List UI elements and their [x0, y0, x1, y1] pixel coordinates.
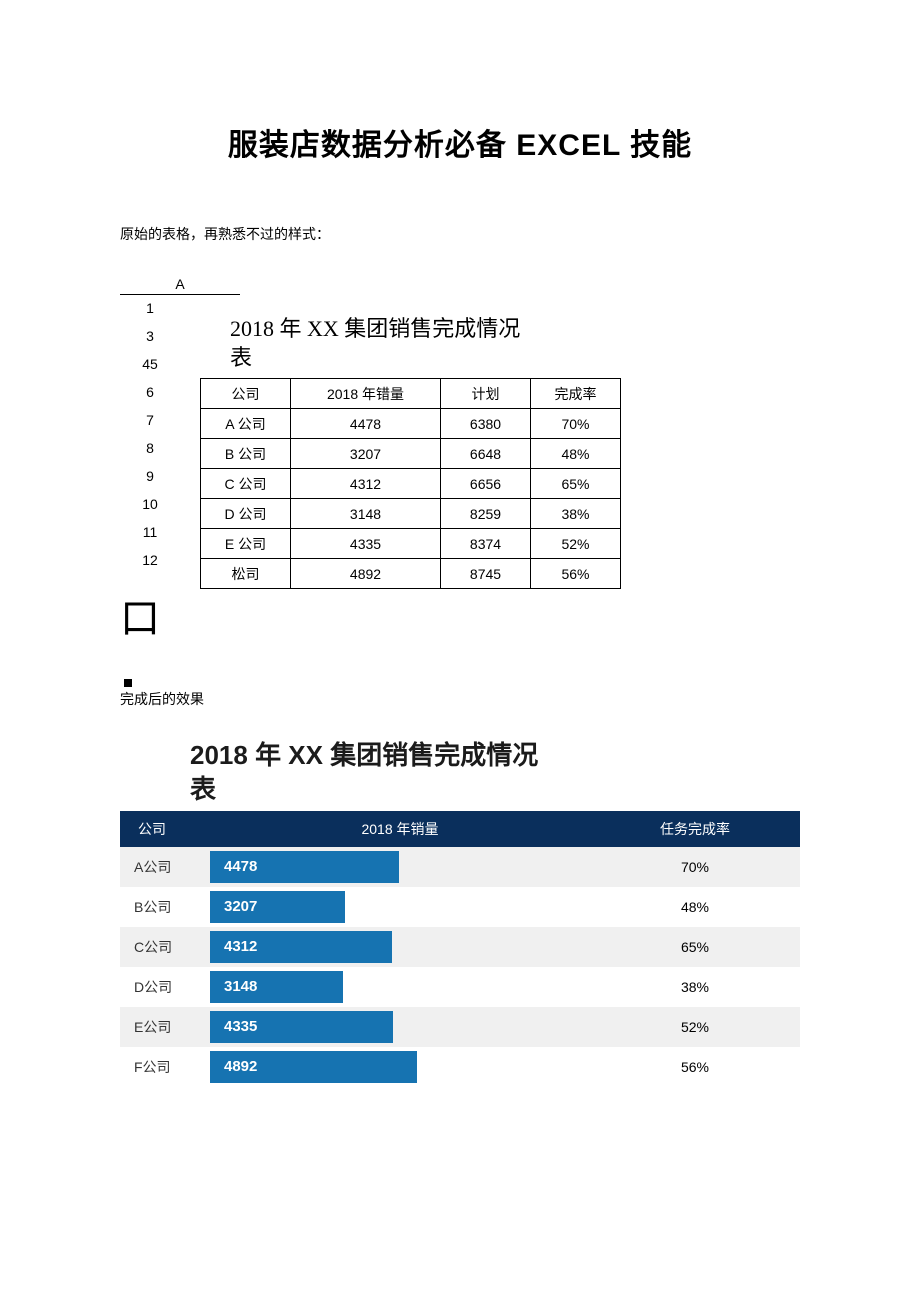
cell-company: C 公司	[201, 469, 291, 499]
chart-title-line: 表	[190, 774, 216, 804]
cell-plan: 8259	[441, 499, 531, 529]
chart-col-rate: 任务完成率	[590, 811, 800, 847]
chart-col-sales: 2018 年销量	[210, 811, 590, 847]
row-num: 1	[120, 294, 180, 322]
cell-plan: 6380	[441, 409, 531, 439]
chart-row: D公司3148 38%	[120, 967, 800, 1007]
document-title: 服装店数据分析必备 EXCEL 技能	[120, 120, 800, 164]
chart-rate: 65%	[590, 927, 800, 967]
cell-plan: 8374	[441, 529, 531, 559]
cell-sales: 4335	[291, 529, 441, 559]
table-row: B 公司3207664848%	[201, 439, 621, 469]
row-num: 10	[120, 490, 180, 518]
chart-company: D公司	[120, 967, 210, 1007]
table-row: E 公司4335837452%	[201, 529, 621, 559]
table-row: C 公司4312665665%	[201, 469, 621, 499]
chart-title-line: 2018 年 XX 集团销售完成情况	[190, 740, 538, 770]
chart-bar-cell: 4335	[210, 1007, 590, 1047]
chart-bar-cell: 3148	[210, 967, 590, 1007]
chart-rate: 38%	[590, 967, 800, 1007]
cell-rate: 65%	[531, 469, 621, 499]
chart-row: E公司4335 52%	[120, 1007, 800, 1047]
col-header-plan: 计划	[441, 379, 531, 409]
chart-row: C公司4312 65%	[120, 927, 800, 967]
chart-rate: 56%	[590, 1047, 800, 1087]
result-chart-table: 公司 2018 年销量 任务完成率 A公司447870%B公司320748%C公…	[120, 811, 800, 1087]
chart-row: B公司3207 48%	[120, 887, 800, 927]
row-num: 3	[120, 322, 180, 350]
col-header-rate: 完成率	[531, 379, 621, 409]
cell-company: E 公司	[201, 529, 291, 559]
chart-bar-cell: 3207	[210, 887, 590, 927]
cell-sales: 4478	[291, 409, 441, 439]
row-num: 6	[120, 378, 180, 406]
row-num: 9	[120, 462, 180, 490]
row-numbers: 1 3 45 6 7 8 9 10 11 12	[120, 294, 180, 574]
cell-rate: 38%	[531, 499, 621, 529]
cell-plan: 6648	[441, 439, 531, 469]
sheet-title-line: 表	[230, 345, 252, 370]
row-num: 8	[120, 434, 180, 462]
chart-bar-cell: 4478	[210, 847, 590, 887]
chart-row: A公司4478 70%	[120, 847, 800, 887]
chart-rate: 70%	[590, 847, 800, 887]
cell-plan: 6656	[441, 469, 531, 499]
chart-col-company: 公司	[120, 811, 210, 847]
table-row: D 公司3148825938%	[201, 499, 621, 529]
cell-rate: 70%	[531, 409, 621, 439]
chart-company: A公司	[120, 847, 210, 887]
row-num: 45	[120, 350, 180, 378]
bullet-icon	[124, 679, 132, 687]
row-num: 7	[120, 406, 180, 434]
cell-sales: 3148	[291, 499, 441, 529]
cell-rate: 56%	[531, 559, 621, 589]
cell-company: B 公司	[201, 439, 291, 469]
table-row: 松司4892874556%	[201, 559, 621, 589]
chart-row: F公司4892 56%	[120, 1047, 800, 1087]
intro-text: 原始的表格，再熟悉不过的样式：	[120, 224, 800, 244]
row-num: 11	[120, 518, 180, 546]
sheet-title: 2018 年 XX 集团销售完成情况 表	[230, 315, 800, 372]
cell-rate: 52%	[531, 529, 621, 559]
cell-sales: 3207	[291, 439, 441, 469]
chart-bar: 4892	[210, 1051, 417, 1083]
chart-bar: 4478	[210, 851, 399, 883]
chart-bar: 3207	[210, 891, 345, 923]
chart-bar: 3148	[210, 971, 343, 1003]
chart-rate: 48%	[590, 887, 800, 927]
chart-company: F公司	[120, 1047, 210, 1087]
cell-company: A 公司	[201, 409, 291, 439]
original-data-table: 公司 2018 年错量 计划 完成率 A 公司4478638070%B 公司32…	[200, 378, 621, 589]
cell-rate: 48%	[531, 439, 621, 469]
table-row: A 公司4478638070%	[201, 409, 621, 439]
sheet-title-line: 2018 年 XX 集团销售完成情况	[230, 316, 520, 341]
col-header-company: 公司	[201, 379, 291, 409]
cell-company: D 公司	[201, 499, 291, 529]
col-header-sales: 2018 年错量	[291, 379, 441, 409]
chart-rate: 52%	[590, 1007, 800, 1047]
after-text: 完成后的效果	[120, 689, 800, 709]
row-num: 12	[120, 546, 180, 574]
cell-sales: 4892	[291, 559, 441, 589]
square-icon: 口	[120, 599, 800, 639]
chart-company: E公司	[120, 1007, 210, 1047]
cell-company: 松司	[201, 559, 291, 589]
chart-bar-cell: 4312	[210, 927, 590, 967]
chart-company: C公司	[120, 927, 210, 967]
cell-sales: 4312	[291, 469, 441, 499]
chart-title: 2018 年 XX 集团销售完成情况 表	[190, 739, 800, 807]
chart-bar: 4335	[210, 1011, 393, 1043]
original-sheet: A 1 3 45 6 7 8 9 10 11 12 2018 年 XX 集团销售…	[120, 274, 800, 639]
cell-plan: 8745	[441, 559, 531, 589]
column-letter: A	[120, 274, 240, 295]
chart-company: B公司	[120, 887, 210, 927]
chart-bar: 4312	[210, 931, 392, 963]
chart-bar-cell: 4892	[210, 1047, 590, 1087]
